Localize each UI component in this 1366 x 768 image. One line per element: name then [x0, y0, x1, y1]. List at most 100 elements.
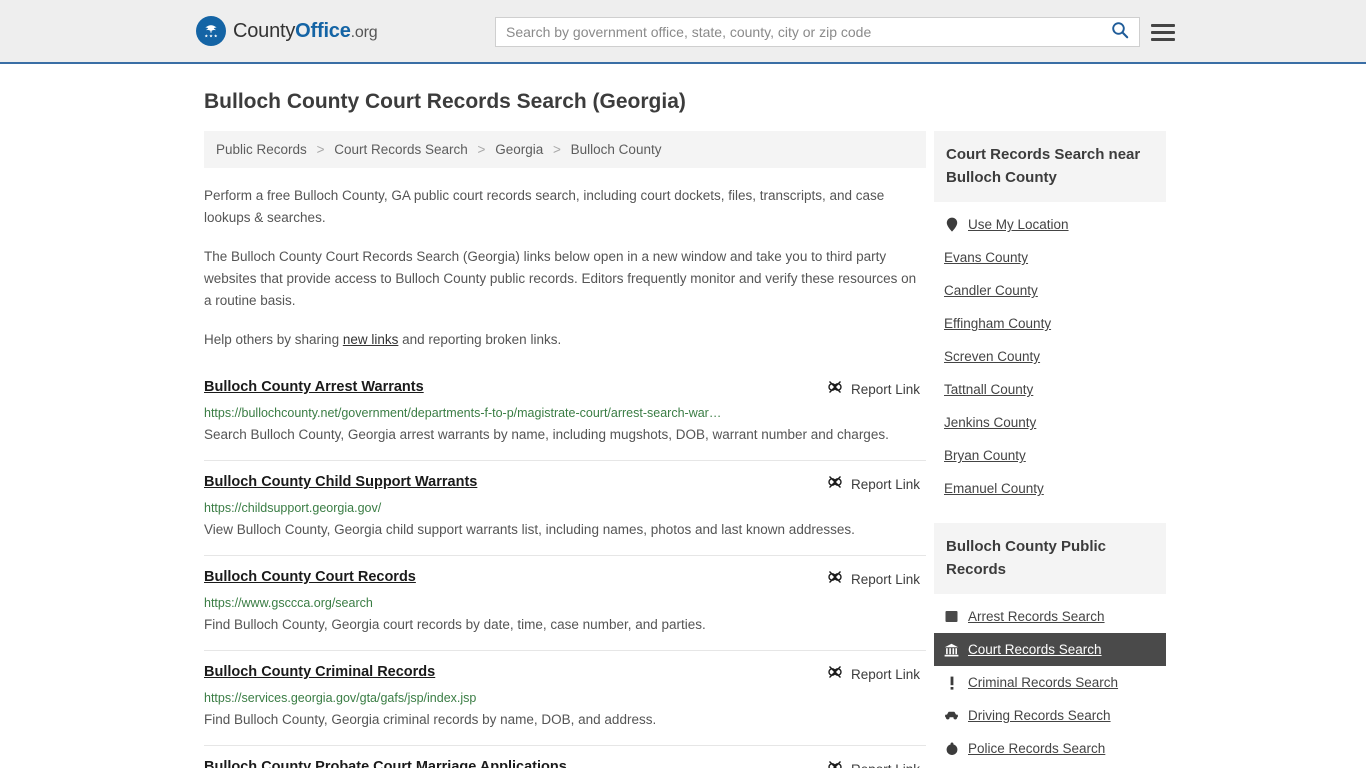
report-link-button[interactable]: Report Link [827, 759, 926, 768]
report-link-button[interactable]: Report Link [827, 474, 926, 495]
hamburger-bar [1151, 23, 1175, 27]
search-button[interactable] [1101, 18, 1139, 46]
sidebar-item-candler-county[interactable]: Candler County [934, 274, 1166, 307]
search-icon [1111, 21, 1129, 44]
sidebar-item-label: Criminal Records Search [968, 675, 1119, 690]
breadcrumb-item-georgia[interactable]: Georgia [495, 142, 543, 157]
sidebar-item-tattnall-county[interactable]: Tattnall County [934, 373, 1166, 406]
sidebar-item-screven-county[interactable]: Screven County [934, 340, 1166, 373]
result-header: Bulloch County Criminal Records Report L… [204, 664, 926, 685]
sidebar-item-bryan-county[interactable]: Bryan County [934, 439, 1166, 472]
result-description: Search Bulloch County, Georgia arrest wa… [204, 427, 889, 442]
broken-link-icon [827, 759, 843, 768]
police-badge-icon [944, 741, 959, 756]
report-link-button[interactable]: Report Link [827, 379, 926, 400]
search-input[interactable] [496, 18, 1101, 46]
report-link-button[interactable]: Report Link [827, 569, 926, 590]
sidebar-item-label: Arrest Records Search [968, 609, 1105, 624]
result-title-link[interactable]: Bulloch County Arrest Warrants [204, 379, 424, 395]
sidebar-item-label: Candler County [944, 283, 1038, 298]
public-records-header: Bulloch County Public Records [934, 523, 1166, 594]
content-columns: Public Records > Court Records Search > … [204, 131, 1366, 768]
sidebar-item-use-my-location[interactable]: Use My Location [934, 208, 1166, 241]
sidebar-item-label: Evans County [944, 250, 1029, 265]
brand-wordmark: CountyOffice.org [233, 19, 378, 43]
sidebar-item-arrest-records-search[interactable]: Arrest Records Search [934, 600, 1166, 633]
breadcrumb-item-court-records-search[interactable]: Court Records Search [334, 142, 468, 157]
hamburger-menu-icon[interactable] [1151, 20, 1175, 44]
sidebar-item-driving-records-search[interactable]: Driving Records Search [934, 699, 1166, 732]
result-title-link[interactable]: Bulloch County Criminal Records [204, 664, 435, 680]
sidebar-item-police-records-search[interactable]: Police Records Search [934, 732, 1166, 765]
result-url: https://services.georgia.gov/gta/gafs/js… [204, 691, 477, 705]
result-header: Bulloch County Court Records Report Link [204, 569, 926, 590]
result-item: Bulloch County Criminal Records Report L… [204, 650, 926, 745]
result-item: Bulloch County Child Support Warrants Re… [204, 460, 926, 555]
breadcrumb-separator: > [553, 142, 561, 157]
sidebar-item-jenkins-county[interactable]: Jenkins County [934, 406, 1166, 439]
sidebar: Court Records Search near Bulloch County… [934, 131, 1166, 768]
intro-paragraph-1: Perform a free Bulloch County, GA public… [204, 188, 885, 225]
sidebar-item-label: Use My Location [968, 217, 1069, 232]
result-url: https://childsupport.georgia.gov/ [204, 501, 382, 515]
site-logo[interactable]: CountyOffice.org [196, 16, 378, 46]
result-item: Bulloch County Probate Court Marriage Ap… [204, 745, 926, 768]
intro-p3-before: Help others by sharing [204, 332, 343, 347]
sidebar-item-effingham-county[interactable]: Effingham County [934, 307, 1166, 340]
breadcrumb-separator: > [316, 142, 325, 157]
hamburger-bar [1151, 37, 1175, 41]
courthouse-icon [944, 642, 959, 657]
brand-part-office: Office [295, 19, 351, 42]
sidebar-item-label: Driving Records Search [968, 708, 1111, 723]
brand-part-org: .org [350, 23, 378, 41]
result-title-link[interactable]: Bulloch County Probate Court Marriage Ap… [204, 759, 567, 768]
breadcrumb-separator: > [477, 142, 486, 157]
report-link-label: Report Link [850, 572, 920, 587]
nearby-counties-header: Court Records Search near Bulloch County [934, 131, 1166, 202]
report-link-label: Report Link [850, 667, 920, 682]
report-link-label: Report Link [850, 477, 920, 492]
page-title: Bulloch County Court Records Search (Geo… [204, 90, 686, 113]
sidebar-item-label: Police Records Search [968, 741, 1106, 756]
intro-section: Perform a free Bulloch County, GA public… [204, 185, 926, 351]
broken-link-icon [827, 379, 843, 400]
sidebar-item-criminal-records-search[interactable]: Criminal Records Search [934, 666, 1166, 699]
search-bar[interactable] [495, 17, 1140, 47]
report-link-button[interactable]: Report Link [827, 664, 926, 685]
result-item: Bulloch County Court Records Report Link [204, 555, 926, 650]
report-link-label: Report Link [850, 382, 920, 397]
public-records-list: Arrest Records Search Court Records Sear… [934, 594, 1166, 765]
breadcrumb-item-bulloch-county[interactable]: Bulloch County [571, 142, 662, 157]
page-content: Bulloch County Court Records Search (Geo… [0, 90, 1366, 768]
result-header: Bulloch County Arrest Warrants Report Li… [204, 379, 926, 400]
square-icon [944, 609, 959, 624]
exclamation-icon [944, 675, 959, 690]
sidebar-item-label: Bryan County [944, 448, 1026, 463]
sidebar-item-label: Court Records Search [968, 642, 1102, 657]
result-description: Find Bulloch County, Georgia criminal re… [204, 712, 657, 727]
site-header: CountyOffice.org [0, 0, 1366, 64]
sidebar-item-court-records-search[interactable]: Court Records Search [934, 633, 1166, 666]
sidebar-item-label: Tattnall County [944, 382, 1034, 397]
new-links-link[interactable]: new links [343, 332, 399, 347]
sidebar-item-evans-county[interactable]: Evans County [934, 241, 1166, 274]
eagle-emblem-icon [196, 16, 226, 46]
result-description: View Bulloch County, Georgia child suppo… [204, 522, 855, 537]
map-pin-icon [944, 217, 959, 232]
breadcrumb-item-public-records[interactable]: Public Records [216, 142, 307, 157]
intro-paragraph-3: Help others by sharing new links and rep… [204, 329, 926, 351]
sidebar-item-emanuel-county[interactable]: Emanuel County [934, 472, 1166, 505]
result-header: Bulloch County Probate Court Marriage Ap… [204, 759, 926, 768]
result-url: https://www.gsccca.org/search [204, 596, 373, 610]
sidebar-item-label: Screven County [944, 349, 1041, 364]
report-link-label: Report Link [851, 762, 920, 768]
car-icon [944, 708, 959, 723]
broken-link-icon [827, 664, 843, 685]
brand-part-county: County [233, 19, 296, 42]
result-title-link[interactable]: Bulloch County Child Support Warrants [204, 474, 477, 490]
hamburger-bar [1151, 30, 1175, 34]
result-url: https://bullochcounty.net/government/dep… [204, 406, 722, 420]
result-title-link[interactable]: Bulloch County Court Records [204, 569, 416, 585]
public-records-box: Bulloch County Public Records Arrest Rec… [934, 523, 1166, 765]
result-header: Bulloch County Child Support Warrants Re… [204, 474, 926, 495]
